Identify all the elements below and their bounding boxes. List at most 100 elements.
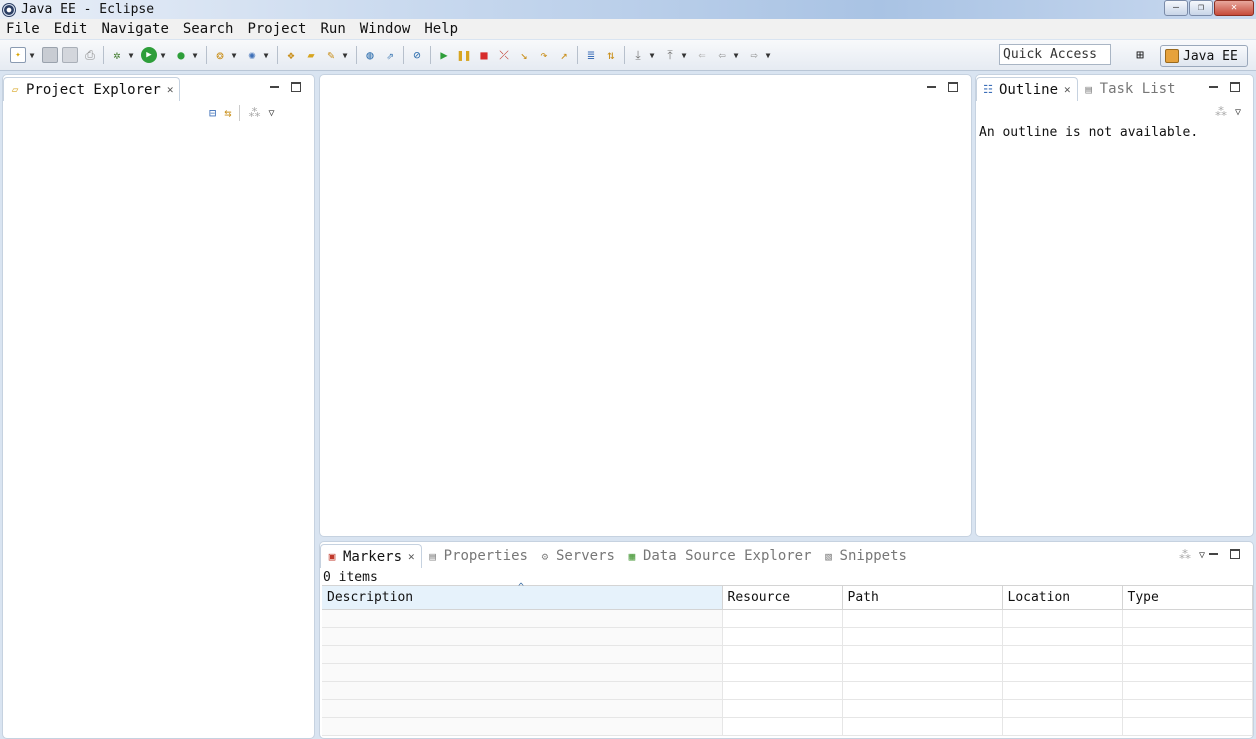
minimize-icon[interactable] [925,81,937,93]
table-row [322,627,1253,646]
quick-access-input[interactable]: Quick Access [999,44,1111,65]
open-folder-icon[interactable]: ▰ [303,47,319,63]
run-on-server-icon[interactable]: ⇗ [382,47,398,63]
table-row [322,645,1253,664]
eclipse-app-icon[interactable] [2,2,16,17]
maximize-icon[interactable] [290,81,302,93]
view-menu-chevron-down-icon[interactable]: ▽ [268,108,274,119]
close-icon[interactable]: ✕ [408,550,415,563]
external-tools-dropdown-icon[interactable]: ▼ [191,47,199,63]
tab-snippets[interactable]: ▧ Snippets [818,544,913,568]
minimize-window-button[interactable]: — [1164,0,1188,16]
menu-window[interactable]: Window [360,21,411,37]
back-icon[interactable]: ⇦ [714,47,730,63]
toolbar-separator [356,46,357,64]
debug-dropdown-icon[interactable]: ▼ [127,47,135,63]
collapse-all-icon[interactable]: ⊟ [209,106,216,120]
restore-window-button[interactable]: ❐ [1189,0,1213,16]
next-annotation-icon[interactable]: ⤓ [630,47,646,63]
save-all-icon[interactable] [62,47,78,63]
view-menu-chevron-down-icon[interactable]: ▽ [1199,550,1205,561]
next-annotation-dropdown-icon[interactable]: ▼ [648,47,656,63]
markers-table: Description Resource Path Location Type [322,583,1253,736]
tab-data-source-explorer[interactable]: ▦ Data Source Explorer [621,544,818,568]
back-dropdown-icon[interactable]: ▼ [732,47,740,63]
toggle-mark-occurrences-icon[interactable]: ≣ [583,47,599,63]
close-icon[interactable]: ✕ [1064,83,1071,96]
maximize-icon[interactable] [1229,548,1241,560]
disconnect-icon[interactable]: ⤫ [496,47,512,63]
tab-properties[interactable]: ▤ Properties [422,544,534,568]
step-into-icon[interactable]: ↘ [516,47,532,63]
menu-file[interactable]: File [6,21,40,37]
java-ee-perspective-button[interactable]: Java EE [1160,45,1248,67]
step-over-icon[interactable]: ↷ [536,47,552,63]
skip-breakpoints-icon[interactable]: ⊘ [409,47,425,63]
run-dropdown-icon[interactable]: ▼ [159,47,167,63]
forward-dropdown-icon[interactable]: ▼ [764,47,772,63]
open-perspective-icon[interactable]: ⊞ [1130,46,1150,64]
menu-help[interactable]: Help [424,21,458,37]
tab-servers[interactable]: ⚙ Servers [534,544,621,568]
menu-run[interactable]: Run [320,21,345,37]
toggle-breadcrumb-icon[interactable]: ⇅ [603,47,619,63]
close-icon[interactable]: ✕ [167,83,174,96]
minimize-icon[interactable] [268,81,280,93]
menu-search[interactable]: Search [183,21,234,37]
tab-label: Servers [555,548,615,564]
servers-icon: ⚙ [541,549,549,563]
column-header-type[interactable]: Type [1122,585,1253,610]
outline-icon: ☷ [983,83,993,96]
menu-edit[interactable]: Edit [54,21,88,37]
new-dropdown-icon[interactable]: ▼ [28,47,36,63]
maximize-icon[interactable] [947,81,959,93]
open-task-icon[interactable]: ✎ [323,47,339,63]
step-return-icon[interactable]: ↗ [556,47,572,63]
link-with-editor-icon[interactable]: ⇆ [224,106,231,120]
close-window-button[interactable]: ✕ [1214,0,1254,16]
debug-icon[interactable]: ✲ [109,47,125,63]
new-server-icon[interactable]: ❂ [212,47,228,63]
forward-icon[interactable]: ⇨ [746,47,762,63]
tab-label: Markers [343,548,403,565]
tab-label: Outline [999,81,1059,98]
menu-project[interactable]: Project [247,21,306,37]
suspend-icon[interactable]: ❚❚ [456,47,472,63]
tab-markers[interactable]: ▣ Markers ✕ [320,544,422,568]
view-controls [1207,81,1241,93]
last-edit-location-icon[interactable]: ⇐ [694,47,710,63]
tab-project-explorer[interactable]: ▱ Project Explorer ✕ [3,77,181,101]
focus-icon[interactable]: ⁂ [248,106,260,120]
terminate-icon[interactable]: ■ [476,47,492,63]
tab-outline[interactable]: ☷ Outline ✕ [976,77,1078,101]
column-header-location[interactable]: Location [1002,585,1123,610]
external-tools-icon[interactable]: ● [173,47,189,63]
menu-navigate[interactable]: Navigate [101,21,168,37]
minimize-icon[interactable] [1207,548,1219,560]
title-bar: Java EE - Eclipse — ❐ ✕ [0,0,1256,19]
resume-icon[interactable]: ▶ [436,47,452,63]
column-header-description[interactable]: Description [322,583,723,610]
print-icon[interactable]: ⎙ [82,47,98,63]
browser-icon[interactable]: ◍ [362,47,378,63]
open-type-icon[interactable]: ❖ [283,47,299,63]
tab-task-list[interactable]: ▤ Task List [1078,77,1182,101]
minimize-icon[interactable] [1207,81,1219,93]
new-web-service-dropdown-icon[interactable]: ▼ [262,47,270,63]
run-icon[interactable]: ▶ [141,47,157,63]
column-header-resource[interactable]: Resource [722,585,843,610]
save-icon[interactable] [42,47,58,63]
bottom-tabstrip: ▣ Markers ✕ ▤ Properties ⚙ Servers ▦ Dat… [320,542,1253,568]
new-web-service-icon[interactable]: ✺ [244,47,260,63]
open-task-dropdown-icon[interactable]: ▼ [341,47,349,63]
view-menu-chevron-down-icon[interactable]: ▽ [1235,107,1241,118]
column-header-path[interactable]: Path [842,585,1003,610]
items-count: 0 items [323,570,378,585]
new-server-dropdown-icon[interactable]: ▼ [230,47,238,63]
new-icon[interactable]: ✦ [10,47,26,63]
previous-annotation-dropdown-icon[interactable]: ▼ [680,47,688,63]
focus-icon[interactable]: ⁂ [1179,548,1191,562]
previous-annotation-icon[interactable]: ⤒ [662,47,678,63]
maximize-icon[interactable] [1229,81,1241,93]
focus-icon[interactable]: ⁂ [1215,105,1227,119]
